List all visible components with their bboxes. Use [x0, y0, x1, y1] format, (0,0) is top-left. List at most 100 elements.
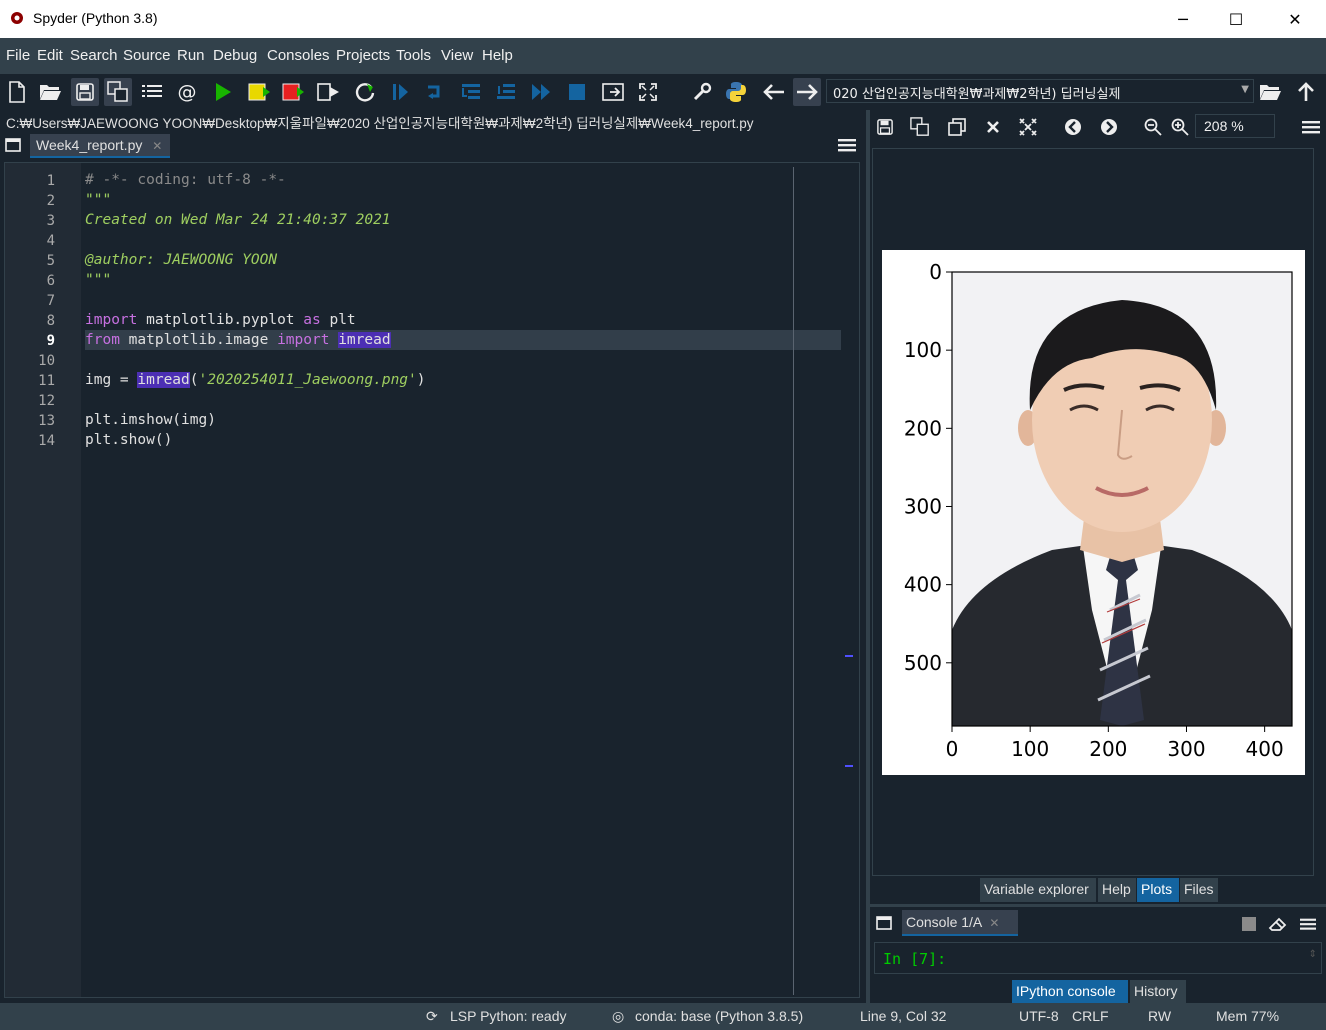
y-tick-label: 300	[904, 494, 942, 518]
ipython-console[interactable]: In [7]: ⇕	[874, 942, 1322, 974]
remove-all-plots-icon[interactable]	[1015, 114, 1041, 140]
save-all-plots-icon[interactable]	[907, 114, 933, 140]
close-console-tab-icon[interactable]: ✕	[989, 916, 999, 930]
save-plot-icon[interactable]	[872, 114, 898, 140]
editor-options-menu-icon[interactable]	[838, 138, 856, 152]
status-bar: ⟳ LSP Python: ready ◎ conda: base (Pytho…	[0, 1003, 1326, 1030]
portrait-image	[952, 272, 1292, 726]
run-cell-advance-icon[interactable]	[279, 78, 307, 106]
interrupt-kernel-icon[interactable]	[1241, 916, 1257, 932]
pane-splitter[interactable]	[866, 110, 870, 1003]
browse-tabs-icon[interactable]	[5, 138, 21, 152]
menu-file[interactable]: File	[6, 47, 30, 64]
x-tick-label: 200	[1089, 737, 1127, 761]
outline-icon[interactable]	[138, 78, 166, 106]
minimize-button[interactable]: ─	[1160, 0, 1206, 38]
browse-folder-icon[interactable]	[1256, 78, 1284, 106]
menu-help[interactable]: Help	[482, 47, 513, 64]
menu-view[interactable]: View	[441, 47, 473, 64]
pane-splitter-horizontal[interactable]	[870, 904, 1326, 907]
y-tick-label: 400	[904, 573, 942, 597]
menu-consoles[interactable]: Consoles	[267, 47, 330, 64]
line-number: 5	[46, 253, 55, 269]
scrollbar-occurrence-marker	[845, 765, 853, 767]
file-permissions: RW	[1148, 1008, 1172, 1024]
line-number: 13	[38, 413, 55, 429]
menu-projects[interactable]: Projects	[336, 47, 390, 64]
tab-files[interactable]: Files	[1180, 878, 1218, 902]
x-axis-ticks: 0 100 200 300 400	[946, 726, 1284, 761]
fullscreen-icon[interactable]	[634, 78, 662, 106]
code-line-9: from matplotlib.image import imread	[85, 332, 391, 348]
continue-icon[interactable]	[527, 78, 555, 106]
python-icon[interactable]	[722, 78, 750, 106]
plot-figure[interactable]: 0 100 200 300 400 500 0 100 200 300 400	[882, 250, 1305, 775]
parent-directory-icon[interactable]	[1292, 78, 1320, 106]
forward-arrow-icon[interactable]	[793, 78, 821, 106]
console-options-menu-icon[interactable]	[1300, 917, 1316, 931]
previous-plot-icon[interactable]	[1060, 114, 1086, 140]
chevron-down-icon[interactable]: ▼	[1241, 84, 1249, 95]
working-directory-combo[interactable]: 020 산업인공지능대학원₩과제₩2학년) 딥러닝실제 ▼	[826, 79, 1254, 103]
run-icon[interactable]	[209, 78, 237, 106]
wrench-icon[interactable]	[688, 78, 716, 106]
step-return-icon[interactable]	[492, 78, 520, 106]
line-number: 7	[46, 293, 55, 309]
menu-edit[interactable]: Edit	[37, 47, 63, 64]
tab-variable-explorer[interactable]: Variable explorer	[980, 878, 1096, 902]
stop-icon[interactable]	[563, 78, 591, 106]
plots-scrollbar[interactable]	[1314, 148, 1326, 876]
tab-week4-report[interactable]: Week4_report.py ✕	[30, 134, 170, 158]
close-tab-icon[interactable]: ✕	[152, 139, 162, 153]
window-title: Spyder (Python 3.8)	[33, 10, 158, 26]
close-button[interactable]: ✕	[1272, 0, 1318, 38]
menu-bar: File Edit Search Source Run Debug Consol…	[0, 38, 1326, 74]
back-arrow-icon[interactable]	[760, 78, 788, 106]
save-all-icon[interactable]	[104, 78, 132, 106]
debug-icon[interactable]	[386, 78, 414, 106]
at-icon[interactable]: @	[173, 78, 201, 106]
code-editor[interactable]: 1 2 3 4 5 6 7 8 9 10 11 12 13 14 # -*- c…	[4, 162, 860, 998]
eraser-icon[interactable]	[1268, 916, 1288, 932]
tab-console-1a[interactable]: Console 1/A ✕	[902, 910, 1018, 936]
maximize-pane-icon[interactable]	[599, 78, 627, 106]
console-scroll-icon[interactable]: ⇕	[1309, 949, 1317, 960]
cursor-position: Line 9, Col 32	[860, 1008, 947, 1024]
plots-options-menu-icon[interactable]	[1298, 114, 1324, 140]
copy-plot-icon[interactable]	[944, 114, 970, 140]
run-cell-icon[interactable]	[245, 78, 273, 106]
remove-plot-icon[interactable]	[980, 114, 1006, 140]
zoom-in-icon[interactable]	[1167, 114, 1193, 140]
zoom-out-icon[interactable]	[1140, 114, 1166, 140]
tab-help[interactable]: Help	[1098, 878, 1136, 902]
save-icon[interactable]	[71, 78, 99, 106]
line-number: 11	[38, 373, 55, 389]
tab-history[interactable]: History	[1130, 980, 1186, 1004]
tab-plots[interactable]: Plots	[1137, 878, 1179, 902]
open-file-icon[interactable]	[36, 78, 64, 106]
step-into-icon[interactable]	[457, 78, 485, 106]
console-prompt: In [7]:	[883, 950, 947, 968]
line-number-current: 9	[46, 333, 55, 349]
tab-ipython-console[interactable]: IPython console	[1012, 980, 1128, 1004]
menu-search[interactable]: Search	[70, 47, 118, 64]
step-icon[interactable]	[422, 78, 450, 106]
maximize-button[interactable]: ☐	[1213, 0, 1259, 38]
menu-source[interactable]: Source	[123, 47, 171, 64]
line-number-gutter: 1 2 3 4 5 6 7 8 9 10 11 12 13 14	[5, 163, 81, 997]
browse-tabs-icon[interactable]	[876, 916, 892, 930]
menu-run[interactable]: Run	[177, 47, 205, 64]
lsp-status[interactable]: LSP Python: ready	[450, 1008, 566, 1024]
line-endings: CRLF	[1072, 1008, 1109, 1024]
run-selection-icon[interactable]	[314, 78, 342, 106]
y-tick-label: 200	[904, 416, 942, 440]
working-directory-value: 020 산업인공지능대학원₩과제₩2학년) 딥러닝실제	[833, 87, 1121, 102]
menu-debug[interactable]: Debug	[213, 47, 257, 64]
zoom-input[interactable]: 208 %	[1195, 114, 1275, 138]
new-file-icon[interactable]	[3, 78, 31, 106]
rerun-icon[interactable]	[351, 78, 379, 106]
next-plot-icon[interactable]	[1096, 114, 1122, 140]
menu-tools[interactable]: Tools	[396, 47, 431, 64]
conda-status[interactable]: conda: base (Python 3.8.5)	[635, 1008, 803, 1024]
y-tick-label: 0	[929, 260, 942, 284]
